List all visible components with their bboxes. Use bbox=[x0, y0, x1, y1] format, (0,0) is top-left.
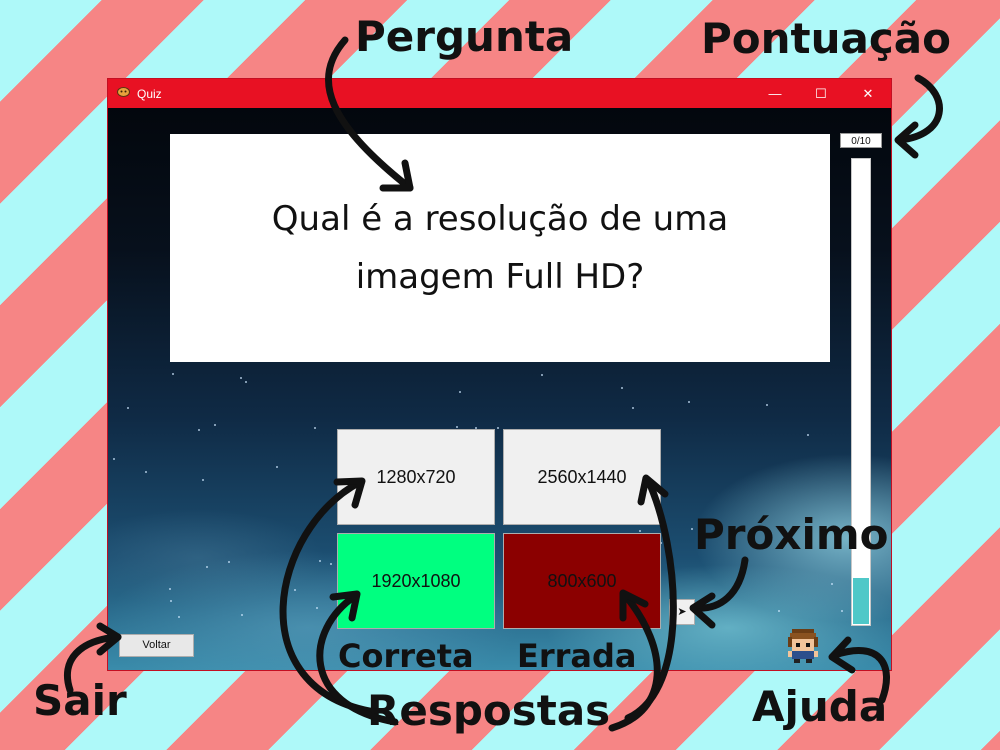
sky-star bbox=[541, 374, 543, 376]
sky-star bbox=[169, 588, 171, 590]
sky-star bbox=[319, 560, 321, 562]
quiz-app-icon bbox=[117, 87, 130, 97]
sky-star bbox=[778, 610, 780, 612]
sky-star bbox=[316, 607, 318, 609]
sky-star bbox=[766, 404, 768, 406]
sky-star bbox=[240, 377, 242, 379]
sky-star bbox=[621, 387, 623, 389]
sky-star bbox=[178, 616, 180, 618]
score-progress-fill bbox=[853, 578, 869, 624]
sky-star bbox=[198, 429, 200, 431]
question-panel: Qual é a resolução de uma imagem Full HD… bbox=[170, 134, 830, 362]
next-button[interactable]: ➤ bbox=[669, 599, 695, 625]
label-pontuacao: Pontuação bbox=[701, 14, 951, 63]
sky-star bbox=[841, 610, 843, 612]
sky-star bbox=[287, 576, 289, 578]
sky-star bbox=[688, 401, 690, 403]
sky-star bbox=[632, 407, 634, 409]
maximize-button[interactable]: ☐ bbox=[798, 79, 844, 108]
label-errada: Errada bbox=[517, 637, 637, 675]
sky-star bbox=[639, 530, 641, 532]
sky-star bbox=[228, 561, 230, 563]
label-correta: Correta bbox=[338, 637, 474, 675]
sky-star bbox=[294, 589, 296, 591]
sky-star bbox=[113, 458, 115, 460]
answer-button-1[interactable]: 1280x720 bbox=[337, 429, 495, 525]
arrow-pontuacao-head bbox=[894, 121, 919, 159]
sky-star bbox=[456, 426, 458, 428]
answer-button-3-correct[interactable]: 1920x1080 bbox=[337, 533, 495, 629]
sky-star bbox=[691, 528, 693, 530]
sky-star bbox=[206, 566, 208, 568]
sky-star bbox=[497, 427, 499, 429]
sky-star bbox=[214, 424, 216, 426]
sky-star bbox=[241, 614, 243, 616]
score-display: 0/10 bbox=[840, 133, 882, 148]
answer-button-4-wrong[interactable]: 800x600 bbox=[503, 533, 661, 629]
sky-star bbox=[145, 471, 147, 473]
back-button[interactable]: Voltar bbox=[119, 634, 194, 657]
question-text: Qual é a resolução de uma imagem Full HD… bbox=[271, 199, 729, 297]
sky-star bbox=[170, 600, 172, 602]
title-bar: Quiz — ☐ ✕ bbox=[108, 79, 891, 108]
answer-button-2[interactable]: 2560x1440 bbox=[503, 429, 661, 525]
sky-star bbox=[172, 373, 174, 375]
help-character-icon[interactable] bbox=[784, 629, 822, 663]
sky-star bbox=[276, 466, 278, 468]
sky-star bbox=[127, 407, 129, 409]
label-proximo: Próximo bbox=[694, 510, 889, 559]
sky-star bbox=[459, 391, 461, 393]
quiz-area: Qual é a resolução de uma imagem Full HD… bbox=[108, 108, 891, 670]
label-pergunta: Pergunta bbox=[355, 12, 574, 61]
label-ajuda: Ajuda bbox=[752, 682, 888, 731]
minimize-button[interactable]: — bbox=[752, 79, 798, 108]
label-sair: Sair bbox=[33, 676, 127, 725]
sky-star bbox=[245, 381, 247, 383]
sky-star bbox=[314, 427, 316, 429]
sky-star bbox=[330, 563, 332, 565]
arrow-pontuacao bbox=[896, 74, 943, 144]
sky-star bbox=[202, 479, 204, 481]
sky-star bbox=[807, 434, 809, 436]
window-title: Quiz bbox=[137, 87, 162, 101]
sky-star bbox=[831, 583, 833, 585]
close-button[interactable]: ✕ bbox=[845, 79, 891, 108]
label-respostas: Respostas bbox=[367, 686, 611, 735]
quiz-window: Quiz — ☐ ✕ Qual é a resolução de uma ima… bbox=[108, 79, 891, 670]
